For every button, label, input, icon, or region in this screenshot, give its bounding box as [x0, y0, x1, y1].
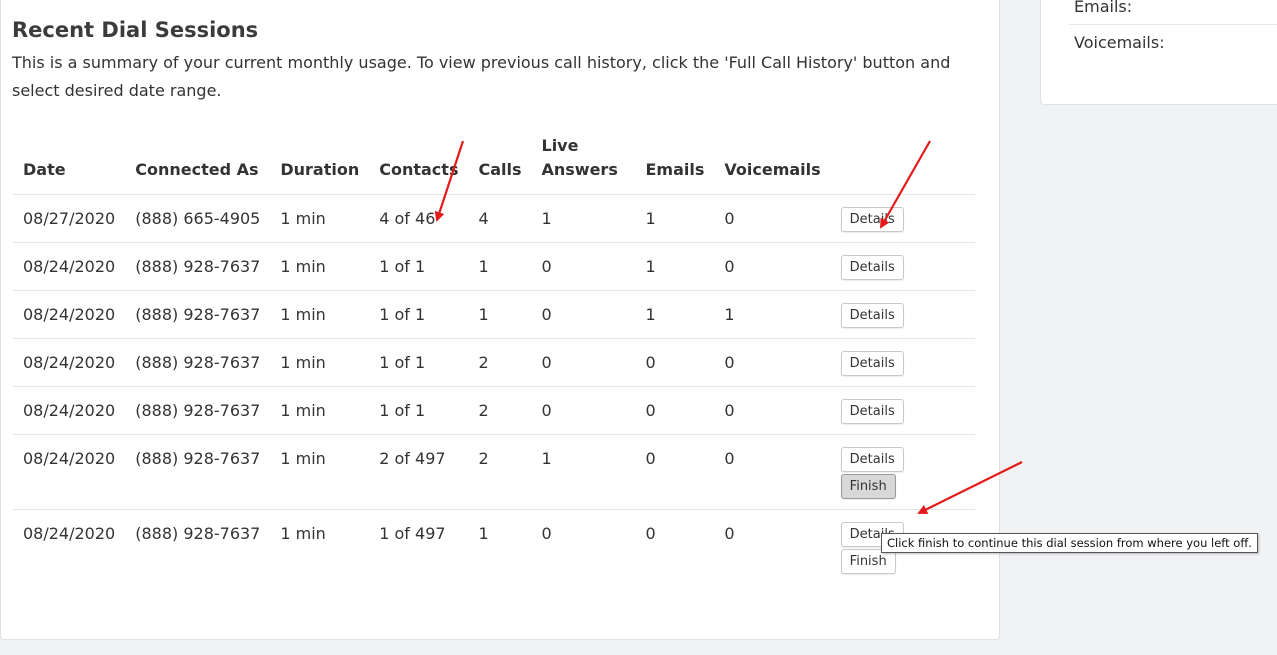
details-button[interactable]: Details [840, 447, 904, 472]
duration-cell: 1 min [270, 386, 370, 435]
emails-cell: 1 [635, 194, 715, 243]
sidebar-emails-label: Emails: [1074, 0, 1133, 16]
table-row: 08/24/2020 (888) 928-7637 1 min 1 of 497 1 0 0… [13, 509, 975, 584]
live-answers-cell: 1 [531, 194, 636, 243]
calls-cell: 2 [468, 338, 532, 387]
actions-cell: Details Finish [830, 434, 975, 510]
dial-sessions-table: Date Connected As Duration Contacts Call… [13, 134, 975, 584]
details-button[interactable]: Details [840, 399, 904, 424]
calls-cell: 1 [468, 509, 532, 584]
date-cell: 08/24/2020 [13, 290, 126, 339]
voicemails-cell: 0 [714, 194, 831, 243]
emails-cell: 0 [635, 338, 715, 387]
column-header-connected-as: Connected As [135, 160, 259, 179]
actions-cell: Details [830, 290, 975, 339]
voicemails-cell: 0 [714, 242, 831, 291]
table-row: 08/24/2020 (888) 928-7637 1 min 1 of 11011D… [13, 290, 975, 339]
calls-cell: 1 [468, 290, 532, 339]
column-header-duration: Duration [280, 160, 360, 179]
duration-cell: 1 min [270, 290, 370, 339]
emails-cell: 0 [635, 434, 715, 510]
connected-as-cell: (888) 928-7637 [125, 242, 271, 291]
details-button[interactable]: Details [840, 255, 904, 280]
column-header-contacts: Contacts [379, 160, 459, 179]
connected-as-cell: (888) 665-4905 [125, 194, 271, 243]
usage-summary-text: This is a summary of your current monthl… [12, 53, 951, 100]
sidebar-divider [1069, 24, 1277, 25]
actions-cell: Details [830, 242, 975, 291]
table-header-row: Date Connected As Duration Contacts Call… [13, 134, 975, 195]
voicemails-cell: 0 [714, 338, 831, 387]
voicemails-cell: 0 [714, 434, 831, 510]
table-row: 08/24/2020 (888) 928-7637 1 min 1 of 12000D… [13, 338, 975, 387]
calls-cell: 4 [468, 194, 532, 243]
emails-cell: 0 [635, 509, 715, 584]
duration-cell: 1 min [270, 509, 370, 584]
connected-as-cell: (888) 928-7637 [125, 509, 271, 584]
live-answers-cell: 0 [531, 290, 636, 339]
calls-cell: 2 [468, 386, 532, 435]
actions-cell: Details [830, 194, 975, 243]
column-header-emails: Emails [645, 160, 705, 179]
contacts-cell: 4 of 46 [369, 194, 469, 243]
calls-cell: 2 [468, 434, 532, 510]
column-header-actions [831, 134, 975, 195]
connected-as-cell: (888) 928-7637 [125, 386, 271, 435]
column-header-date: Date [23, 160, 66, 179]
date-cell: 08/24/2020 [13, 434, 126, 510]
actions-cell: Details [830, 386, 975, 435]
live-answers-cell: 0 [531, 338, 636, 387]
column-header-calls: Calls [478, 160, 522, 179]
emails-cell: 1 [635, 242, 715, 291]
contacts-cell: 2 of 497 [369, 434, 469, 510]
table-row: 08/24/2020 (888) 928-7637 1 min 1 of 11010D… [13, 242, 975, 291]
voicemails-cell: 0 [714, 509, 831, 584]
live-answers-cell: 1 [531, 434, 636, 510]
contacts-cell: 1 of 1 [369, 338, 469, 387]
details-button[interactable]: Details [840, 351, 904, 376]
duration-cell: 1 min [270, 434, 370, 510]
table-row: 08/27/2020 (888) 665-4905 1 min 4 of 46 4 1 1 0… [13, 194, 975, 243]
page-title: Recent Dial Sessions [12, 18, 259, 42]
finish-tooltip: Click finish to continue this dial sessi… [881, 533, 1258, 553]
column-header-voicemails: Voicemails [724, 160, 821, 179]
voicemails-cell: 0 [714, 386, 831, 435]
emails-cell: 1 [635, 290, 715, 339]
live-answers-cell: 0 [531, 509, 636, 584]
connected-as-cell: (888) 928-7637 [125, 338, 271, 387]
contacts-cell: 1 of 1 [369, 290, 469, 339]
dial-sessions-card: Recent Dial Sessions This is a summary o… [0, 0, 1000, 640]
voicemails-cell: 1 [714, 290, 831, 339]
usage-side-card: Emails: Voicemails: [1040, 0, 1277, 105]
contacts-cell: 1 of 497 [369, 509, 469, 584]
date-cell: 08/24/2020 [13, 509, 126, 584]
duration-cell: 1 min [270, 242, 370, 291]
finish-button[interactable]: Finish [840, 474, 896, 499]
connected-as-cell: (888) 928-7637 [125, 434, 271, 510]
details-button[interactable]: Details [840, 207, 904, 232]
column-header-live-answers: Live Answers [532, 134, 636, 195]
contacts-cell: 1 of 1 [369, 242, 469, 291]
table-row: 08/24/2020 (888) 928-7637 1 min 2 of 497 2 1 0… [13, 434, 975, 510]
duration-cell: 1 min [270, 194, 370, 243]
duration-cell: 1 min [270, 338, 370, 387]
table-row: 08/24/2020 (888) 928-7637 1 min 1 of 12000D… [13, 386, 975, 435]
actions-cell: Details [830, 338, 975, 387]
date-cell: 08/27/2020 [13, 194, 126, 243]
calls-cell: 1 [468, 242, 532, 291]
live-answers-cell: 0 [531, 386, 636, 435]
emails-cell: 0 [635, 386, 715, 435]
connected-as-cell: (888) 928-7637 [125, 290, 271, 339]
date-cell: 08/24/2020 [13, 338, 126, 387]
column-header-live-answers-label: Live Answers [541, 136, 618, 179]
contacts-cell: 1 of 1 [369, 386, 469, 435]
live-answers-cell: 0 [531, 242, 636, 291]
date-cell: 08/24/2020 [13, 242, 126, 291]
date-cell: 08/24/2020 [13, 386, 126, 435]
details-button[interactable]: Details [840, 303, 904, 328]
sidebar-voicemails-label: Voicemails: [1074, 33, 1165, 52]
